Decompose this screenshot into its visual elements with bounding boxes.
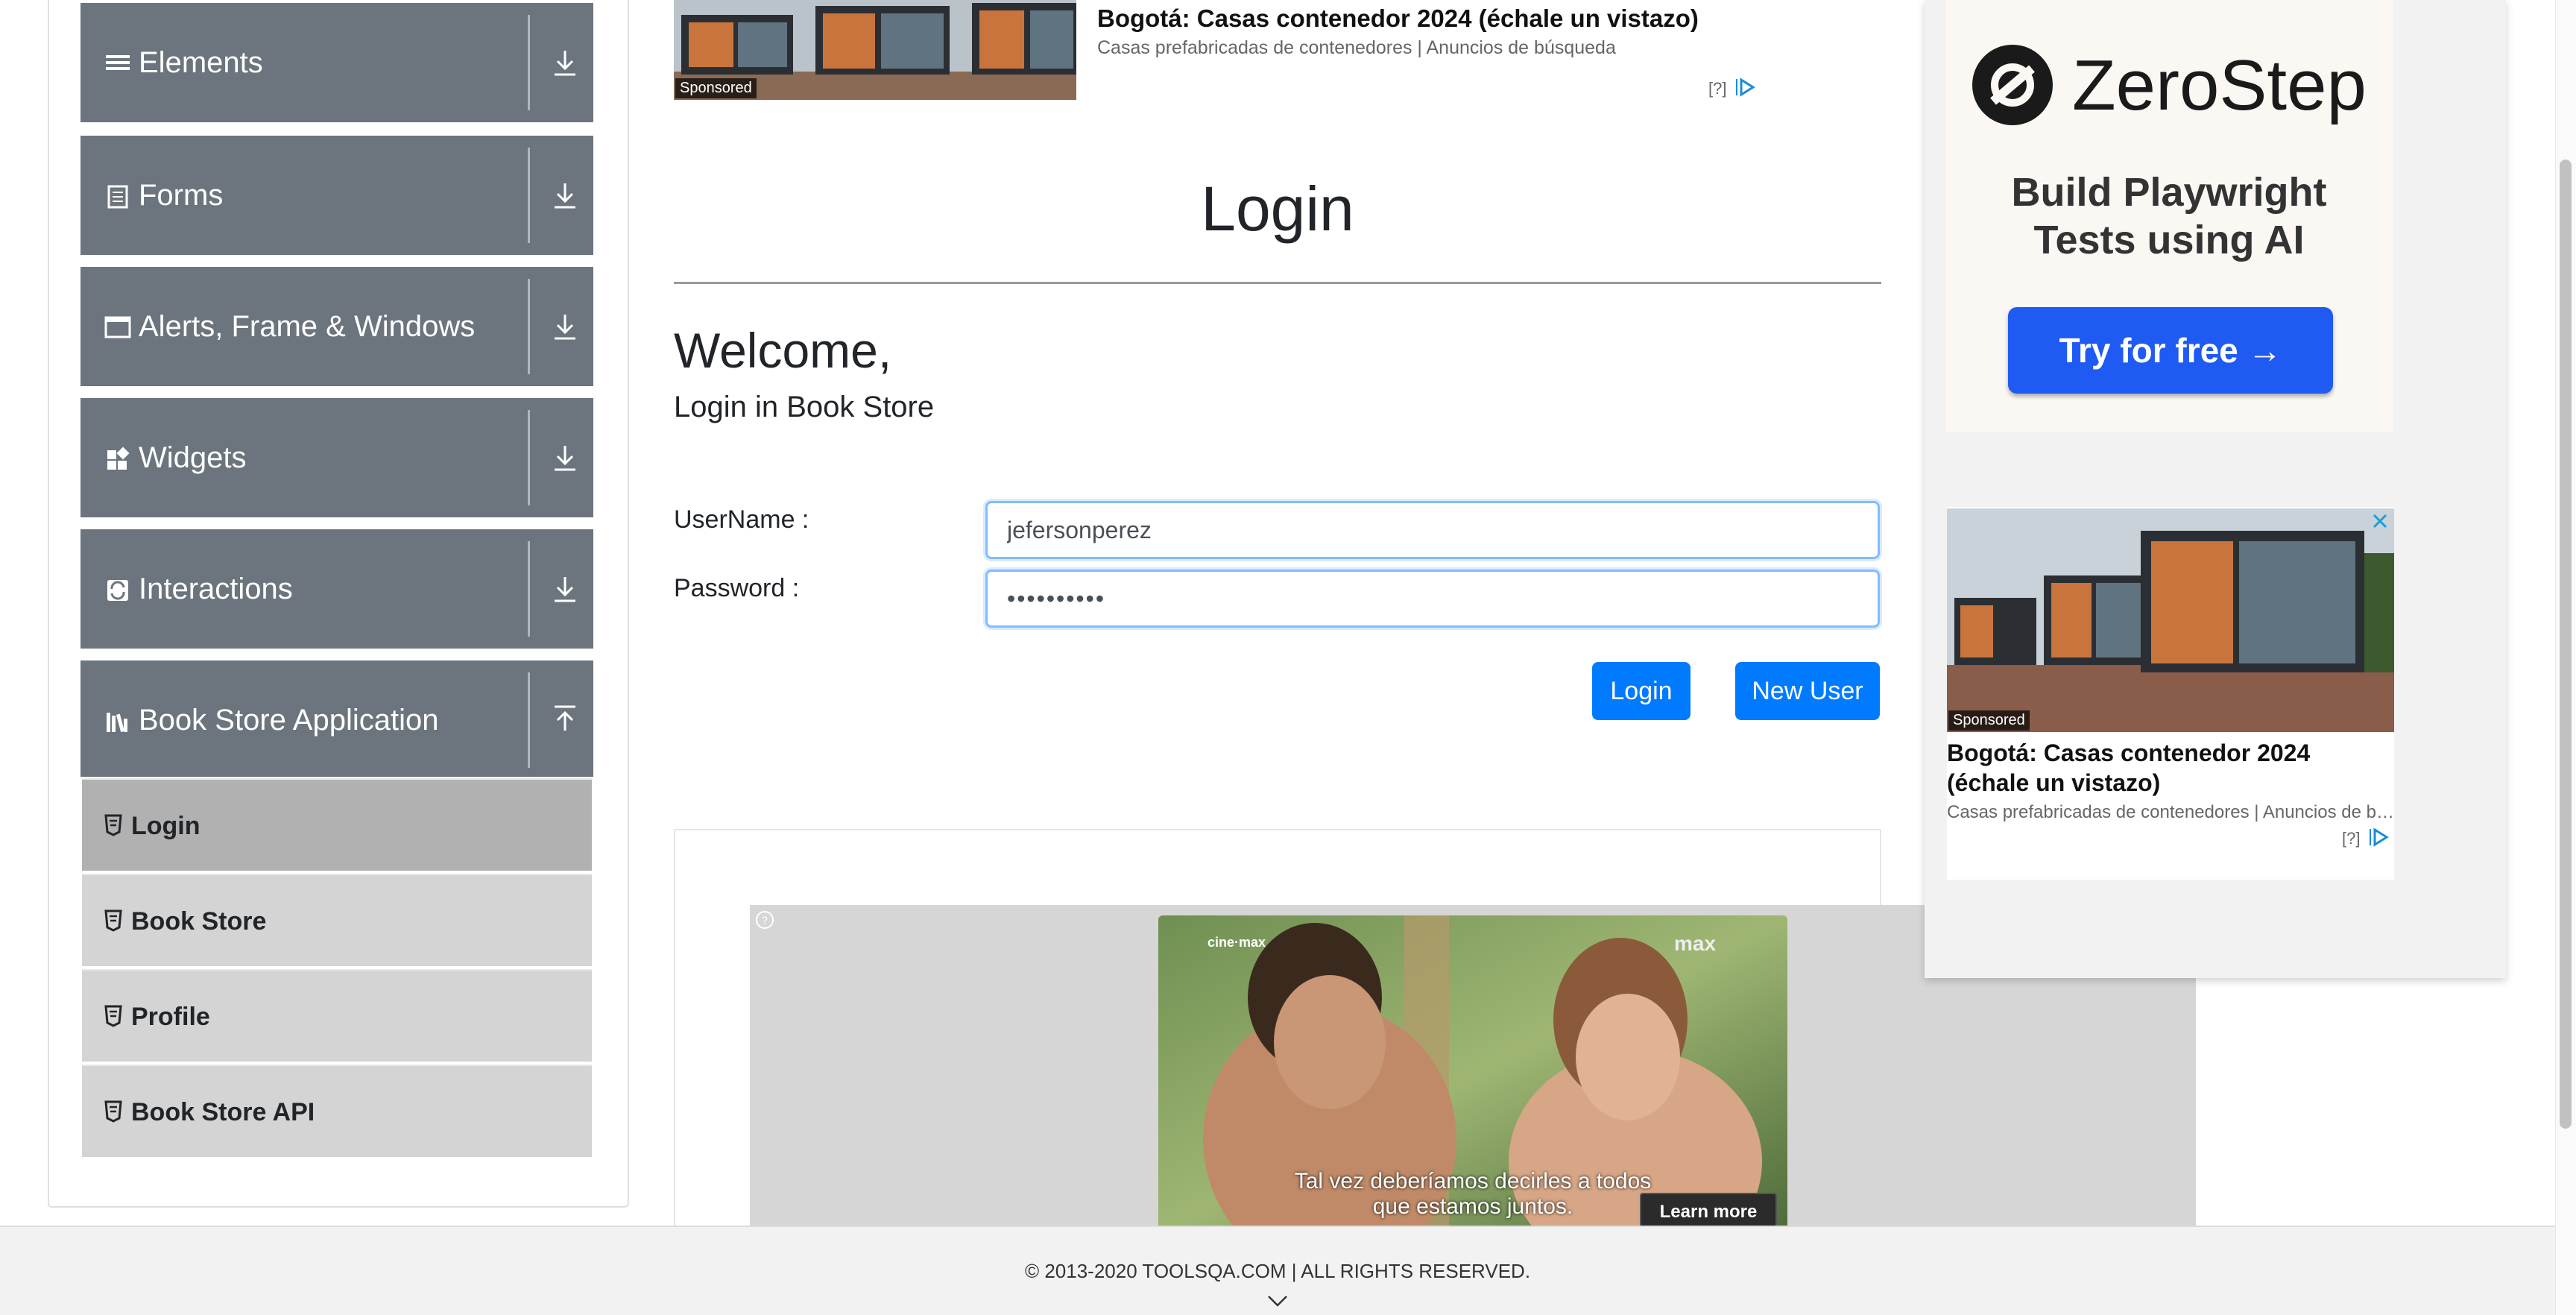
password-input[interactable] [985, 570, 1880, 628]
download-icon[interactable] [547, 43, 583, 82]
interactions-icon [107, 580, 128, 601]
html5-icon [104, 909, 122, 932]
scrollbar-thumb[interactable] [2560, 160, 2572, 1129]
username-label: UserName : [674, 505, 809, 534]
page-title: Login [1201, 174, 1354, 244]
zerostep-logo-icon [1972, 45, 2053, 125]
divider [528, 148, 530, 243]
form-icon [107, 185, 128, 209]
download-icon[interactable] [547, 176, 583, 215]
footer: © 2013-2020 TOOLSQA.COM | ALL RIGHTS RES… [0, 1226, 2555, 1315]
sidebar-group-label: Forms [139, 179, 224, 212]
divider [528, 279, 530, 374]
ad-house-image[interactable]: Sponsored [674, 0, 1076, 100]
sidebar-group-label: Interactions [139, 573, 293, 605]
right-ad-card[interactable]: Sponsored Bogotá: Casas contenedor 2024 … [1947, 507, 2394, 880]
sidebar-group-elements[interactable]: Elements [80, 3, 593, 122]
sidebar-group-label: Alerts, Frame & Windows [139, 310, 476, 343]
hamburger-icon [106, 55, 130, 70]
upload-icon[interactable] [547, 701, 583, 740]
ad-subtitle: Casas prefabricadas de contenedores | An… [1097, 37, 1616, 58]
adchoices-icon[interactable] [2367, 827, 2391, 847]
sidebar-group-label: Book Store Application [139, 704, 439, 737]
divider [528, 410, 530, 505]
sidebar-group-interactions[interactable]: Interactions [80, 529, 593, 649]
sidebar-group-alerts[interactable]: Alerts, Frame & Windows [80, 267, 593, 386]
ad-subtitle: Casas prefabricadas de contenedores | An… [1947, 802, 2394, 822]
window-icon [104, 316, 131, 338]
help-icon[interactable]: ? [754, 909, 775, 930]
zerostep-brand: ZeroStep [2072, 45, 2367, 125]
close-icon[interactable] [2370, 511, 2390, 531]
sidebar-group-widgets[interactable]: Widgets [80, 398, 593, 517]
chevron-down-icon[interactable] [1267, 1294, 1288, 1308]
password-label: Password : [674, 574, 800, 602]
bookstore-icon [107, 713, 127, 733]
username-input[interactable] [985, 501, 1880, 559]
html5-icon [104, 1100, 122, 1123]
login-button[interactable]: Login [1592, 662, 1690, 720]
sponsored-badge: Sponsored [1948, 710, 2030, 731]
channel-logo: cine·max [1208, 935, 1266, 950]
brand-logo: max [1674, 932, 1717, 955]
sidebar-group-label: Elements [139, 46, 263, 79]
adchoices-icon[interactable] [1734, 78, 1758, 97]
video-caption: Tal vez deberíamos decirles a todos [1294, 1169, 1652, 1193]
divider [528, 541, 530, 637]
new-user-button[interactable]: New User [1735, 662, 1880, 720]
divider [528, 15, 530, 110]
ad-info-link[interactable]: [?] [1708, 79, 1726, 98]
download-icon[interactable] [547, 570, 583, 608]
svg-text:?: ? [762, 914, 768, 926]
sidebar-item-book-store-api[interactable]: Book Store API [82, 1065, 592, 1157]
sidebar-item-label: Login [131, 812, 201, 840]
html5-icon [104, 814, 122, 836]
sidebar-item-label: Book Store API [131, 1098, 315, 1126]
welcome-heading: Welcome, [674, 323, 892, 378]
sidebar-item-book-store[interactable]: Book Store [82, 874, 592, 966]
html5-icon [104, 1005, 122, 1027]
zerostep-tagline: Build Playwright Tests using AI [1960, 168, 2378, 264]
tagline-line: Tests using AI [2033, 218, 2305, 262]
ad-title[interactable]: Bogotá: Casas contenedor 2024 (échale un… [1097, 4, 1699, 33]
sidebar-group-bookstore[interactable]: Book Store Application [80, 660, 593, 777]
divider [528, 672, 530, 768]
sponsored-badge: Sponsored [675, 78, 757, 98]
download-icon[interactable] [547, 307, 583, 346]
tagline-line: Build Playwright [2011, 170, 2327, 215]
try-free-button[interactable]: Try for free → [2008, 307, 2333, 394]
footer-copyright: © 2013-2020 TOOLSQA.COM | ALL RIGHTS RES… [1024, 1260, 1531, 1282]
sidebar-group-label: Widgets [139, 441, 247, 474]
video-player[interactable]: cine·max max Tal vez deberíamos decirles… [1158, 915, 1787, 1232]
sidebar-item-label: Book Store [131, 907, 267, 936]
ad-house-image[interactable]: Sponsored [1947, 508, 2394, 732]
login-subheading: Login in Book Store [674, 391, 935, 423]
sidebar-group-forms[interactable]: Forms [80, 136, 593, 255]
sidebar-item-profile[interactable]: Profile [82, 969, 592, 1062]
ad-title[interactable]: Bogotá: Casas contenedor 2024 (échale un… [1947, 738, 2394, 798]
widgets-icon [107, 447, 130, 470]
ad-info-link[interactable]: [?] [2342, 829, 2360, 848]
sidebar-item-login[interactable]: Login [82, 778, 592, 871]
sidebar-item-label: Profile [131, 1003, 210, 1031]
title-divider [674, 282, 1881, 284]
download-icon[interactable] [547, 438, 583, 477]
